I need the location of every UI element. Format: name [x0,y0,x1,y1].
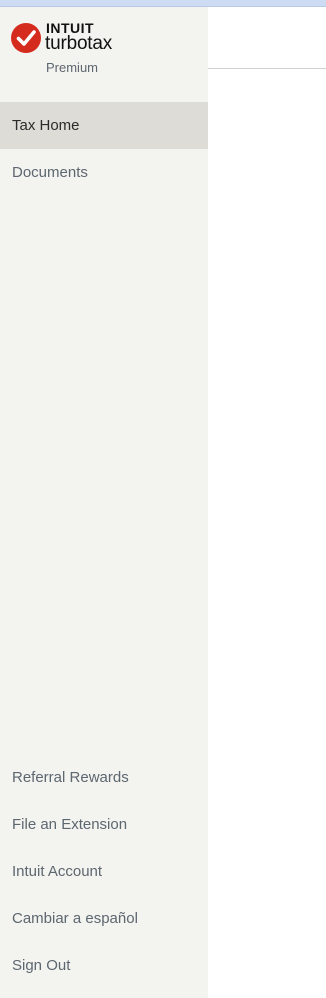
product-edition: Premium [46,60,99,75]
nav-item-documents[interactable]: Documents [0,149,208,196]
turbotax-logo[interactable]: INTUIT turbotax Premium [0,7,208,101]
browser-frame-edge [0,0,326,7]
content-header [208,7,326,69]
turbotax-wordmark: turbotax [45,33,113,54]
main-content [208,7,326,998]
nav-item-file-extension[interactable]: File an Extension [0,801,208,848]
sidebar: INTUIT turbotax Premium Tax Home Documen… [0,7,208,998]
nav-item-tax-home[interactable]: Tax Home [0,102,208,149]
checkmark-logo-icon [11,23,41,53]
nav-item-referral-rewards[interactable]: Referral Rewards [0,754,208,801]
nav-item-language-switch[interactable]: Cambiar a español [0,895,208,942]
nav-item-intuit-account[interactable]: Intuit Account [0,848,208,895]
nav-item-sign-out[interactable]: Sign Out [0,942,208,989]
